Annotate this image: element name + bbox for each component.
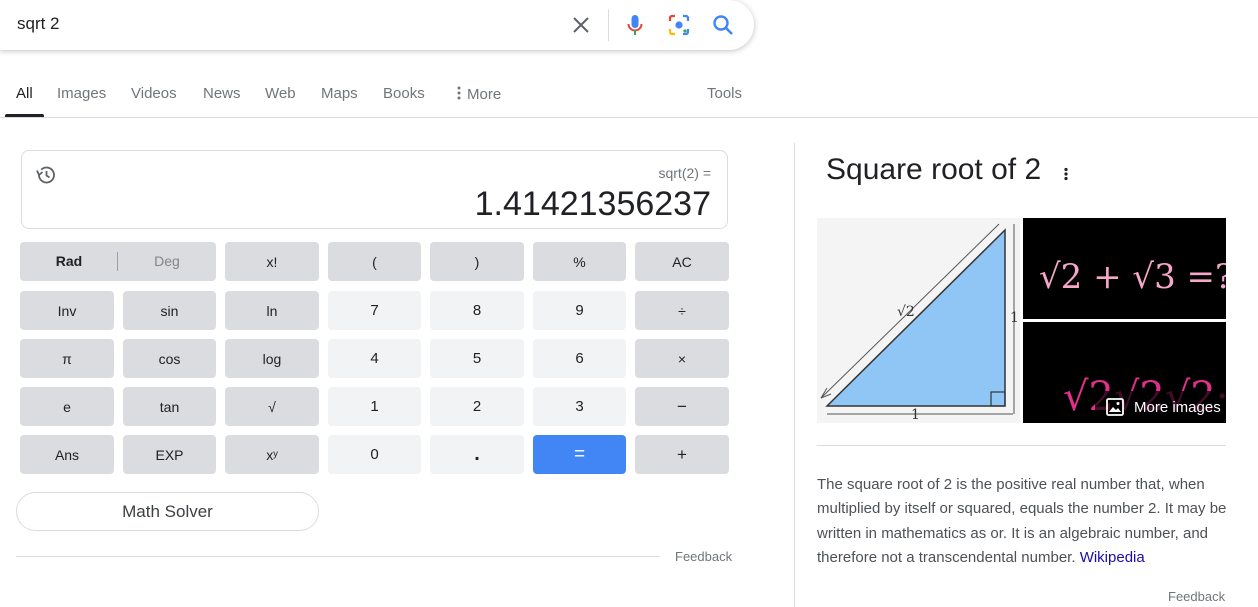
cos-key[interactable]: cos [123, 339, 216, 378]
hypotenuse-label: √2 [897, 304, 915, 320]
search-icon[interactable] [711, 13, 735, 37]
tab-more-label: More [467, 86, 502, 103]
wikipedia-link[interactable]: Wikipedia [1080, 549, 1145, 566]
add-key[interactable]: + [635, 435, 729, 474]
factorial-key[interactable]: x! [225, 242, 319, 281]
sum-formula-image[interactable]: √2 + √3 =? [1023, 218, 1233, 319]
digit-6-key[interactable]: 6 [533, 339, 626, 378]
tools-button[interactable]: Tools [707, 85, 742, 102]
sum-formula-text: √2 + √3 =? [1039, 257, 1226, 297]
tab-books[interactable]: Books [383, 85, 425, 102]
pi-key[interactable]: π [20, 339, 114, 378]
description-text: The square root of 2 is the positive rea… [817, 476, 1227, 566]
subtract-key[interactable]: − [635, 387, 729, 426]
divide-key[interactable]: ÷ [635, 291, 729, 330]
digit-3-key[interactable]: 3 [533, 387, 626, 426]
more-options-icon[interactable] [1062, 166, 1070, 182]
digit-5-key[interactable]: 5 [430, 339, 524, 378]
tan-key[interactable]: tan [123, 387, 216, 426]
digit-2-key[interactable]: 2 [430, 387, 524, 426]
search-tabs: All Images Videos News Web Maps Books Mo… [0, 70, 1258, 118]
answer-key[interactable]: Ans [20, 435, 114, 474]
search-divider [608, 9, 609, 41]
digit-0-key[interactable]: 0 [328, 435, 421, 474]
tab-all[interactable]: All [16, 85, 33, 102]
clear-icon[interactable] [569, 13, 593, 37]
digit-4-key[interactable]: 4 [328, 339, 421, 378]
knowledge-panel-description: The square root of 2 is the positive rea… [817, 473, 1227, 570]
vertical-dots-icon [457, 86, 461, 100]
panel-divider [794, 143, 795, 607]
percent-key[interactable]: % [533, 242, 626, 281]
tab-maps[interactable]: Maps [321, 85, 358, 102]
deg-label[interactable]: Deg [118, 253, 216, 269]
tab-news[interactable]: News [203, 85, 241, 102]
power-key[interactable]: xʸ [225, 435, 319, 474]
more-images-label: More images [1134, 398, 1221, 416]
digit-8-key[interactable]: 8 [430, 291, 524, 330]
decimal-key[interactable]: . [430, 435, 524, 474]
search-input[interactable]: sqrt 2 [17, 14, 60, 34]
tab-more[interactable]: More [455, 85, 501, 103]
rad-deg-toggle[interactable]: Rad Deg [20, 242, 216, 281]
image-icon [1106, 398, 1124, 416]
microphone-icon[interactable] [623, 13, 647, 37]
sin-key[interactable]: sin [123, 291, 216, 330]
close-paren-key[interactable]: ) [430, 242, 524, 281]
e-key[interactable]: e [20, 387, 114, 426]
more-images-button[interactable]: More images [1095, 391, 1226, 423]
math-solver-button[interactable]: Math Solver [16, 492, 319, 531]
knowledge-panel-feedback-link[interactable]: Feedback [1168, 589, 1225, 604]
open-paren-key[interactable]: ( [328, 242, 421, 281]
triangle-image[interactable]: √2 1 1 [817, 218, 1020, 423]
calculator-result: 1.41421356237 [474, 185, 711, 223]
knowledge-panel-title: Square root of 2 [826, 153, 1042, 186]
inverse-key[interactable]: Inv [20, 291, 114, 330]
multiply-key[interactable]: × [635, 339, 729, 378]
camera-lens-icon[interactable] [667, 13, 691, 37]
ln-key[interactable]: ln [225, 291, 319, 330]
exp-key[interactable]: EXP [123, 435, 216, 474]
side-label-bottom: 1 [911, 407, 920, 423]
all-clear-key[interactable]: AC [635, 242, 729, 281]
calculator-feedback-link[interactable]: Feedback [675, 549, 732, 564]
digit-7-key[interactable]: 7 [328, 291, 421, 330]
log-key[interactable]: log [225, 339, 319, 378]
side-label-right: 1 [1010, 310, 1019, 326]
knowledge-panel-divider [817, 445, 1226, 446]
digit-9-key[interactable]: 9 [533, 291, 626, 330]
calculator-divider [16, 556, 660, 557]
tab-images[interactable]: Images [57, 85, 106, 102]
equals-key[interactable]: = [533, 435, 626, 474]
sqrt-key[interactable]: √ [225, 387, 319, 426]
digit-1-key[interactable]: 1 [328, 387, 421, 426]
active-tab-indicator [5, 114, 44, 117]
tab-web[interactable]: Web [265, 85, 296, 102]
calculator-display: sqrt(2) = 1.41421356237 [21, 150, 728, 229]
search-bar: sqrt 2 [0, 0, 754, 50]
calculator-expression: sqrt(2) = [658, 165, 711, 181]
rad-label[interactable]: Rad [20, 253, 118, 269]
history-icon[interactable] [34, 163, 58, 187]
tab-videos[interactable]: Videos [131, 85, 177, 102]
